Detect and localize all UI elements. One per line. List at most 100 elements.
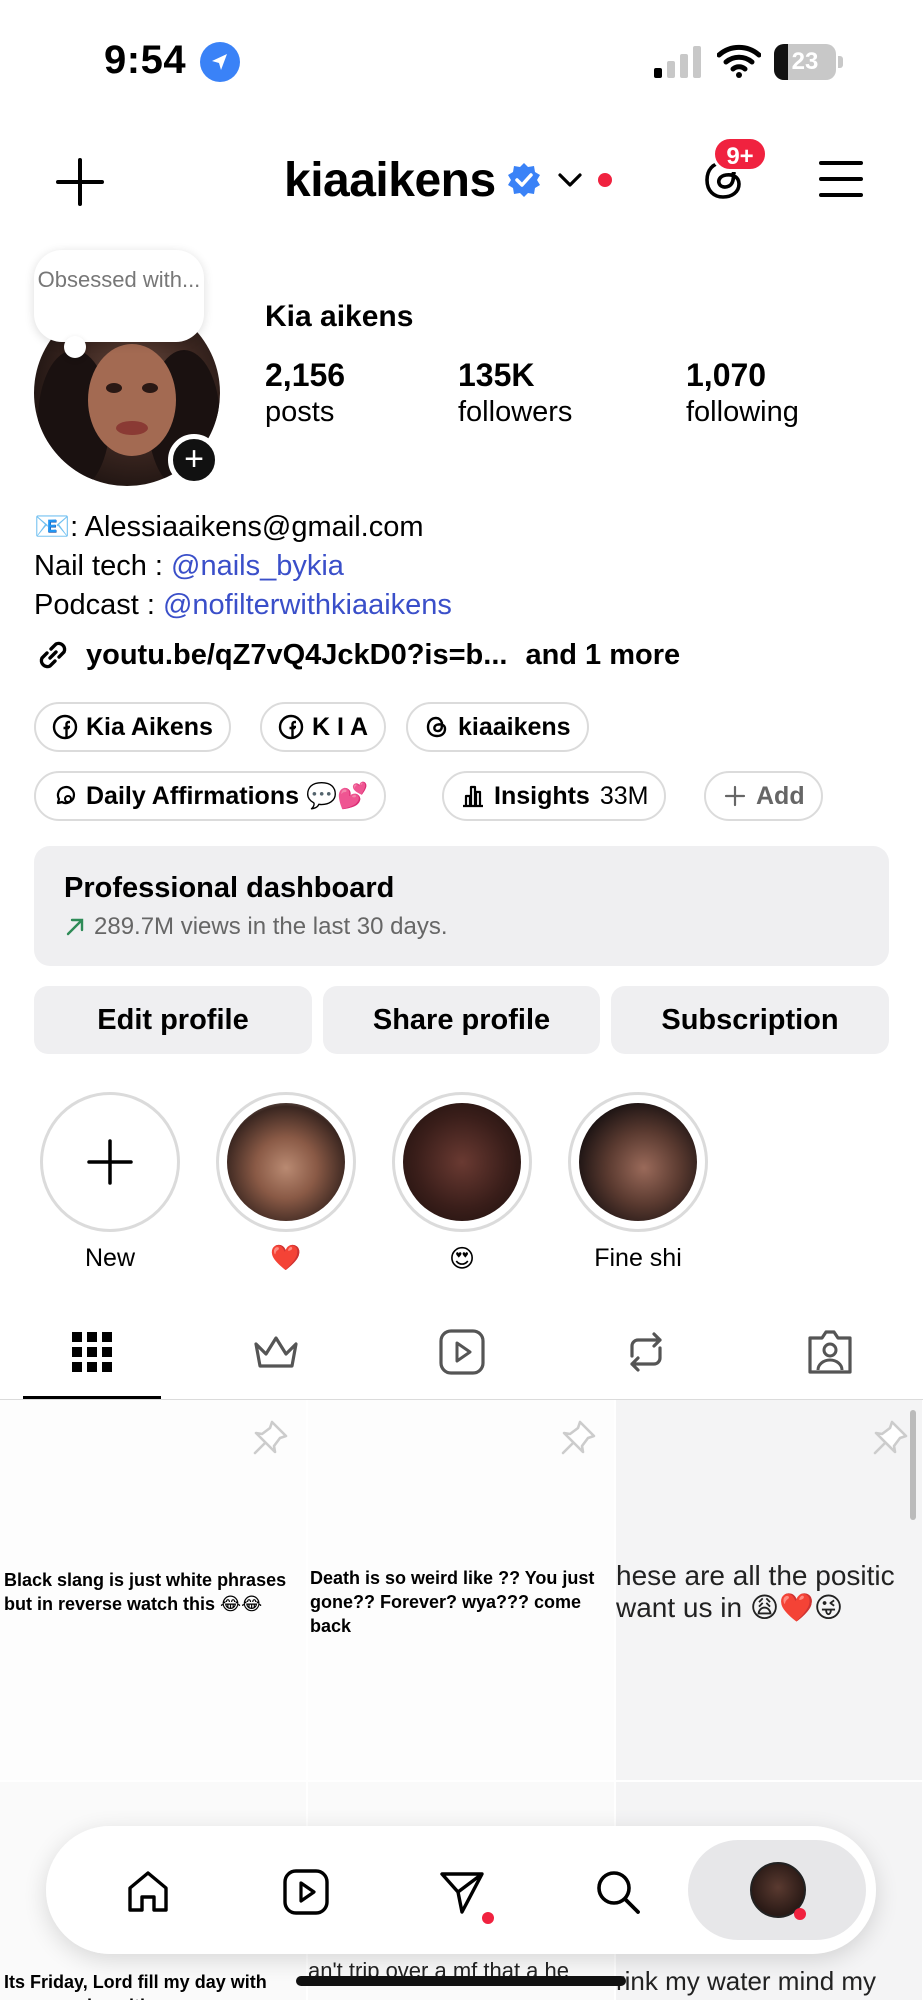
bottom-navigation <box>46 1826 876 1954</box>
facebook-icon <box>278 714 304 740</box>
hamburger-menu-icon[interactable] <box>818 158 864 200</box>
username: kiaaikens <box>284 153 496 207</box>
post-tile-3[interactable]: hese are all the positic want us in 😩❤️😜 <box>616 1400 922 1780</box>
pin-icon <box>253 1420 288 1455</box>
crown-subscriptions-tab-icon[interactable] <box>250 1326 302 1378</box>
chip-label: Add <box>756 781 805 810</box>
link-icon <box>39 641 67 669</box>
status-time: 9:54 <box>104 38 187 82</box>
bio-link-text: youtu.be/qZ7vQ4JckD0?is=b... <box>86 638 508 671</box>
bio-email: 📧: Alessiaaikens@gmail.com <box>34 511 424 543</box>
stat-followers[interactable]: 135K followers <box>458 357 572 429</box>
dashboard-subtitle: 289.7M views in the last 30 days. <box>64 913 859 941</box>
threads-icon <box>426 716 447 738</box>
location-arrow-icon <box>200 42 240 82</box>
chip-label: kiaaikens <box>458 712 571 741</box>
mention-nails-bykia[interactable]: @nails_bykia <box>171 550 344 582</box>
notification-dot <box>597 173 612 187</box>
stat-following[interactable]: 1,070 following <box>686 357 799 429</box>
pin-icon <box>873 1420 908 1455</box>
highlight-heart-eyes[interactable]: 😍 <box>392 1092 532 1274</box>
edit-profile-button[interactable]: Edit profile <box>34 986 312 1054</box>
active-tab-indicator <box>23 1396 161 1399</box>
chip-insights-value: 33M <box>599 781 649 810</box>
post-caption: Death is so weird like ?? You just gone?… <box>310 1568 595 1636</box>
stat-following-value: 1,070 <box>686 357 767 393</box>
tagged-tab-icon[interactable] <box>804 1326 856 1378</box>
share-profile-button[interactable]: Share profile <box>323 986 600 1054</box>
plus-icon <box>87 1139 133 1185</box>
stat-followers-value: 135K <box>458 357 535 393</box>
profile-header: kiaaikens 9+ <box>0 136 923 220</box>
chat-bubble-icon <box>56 785 76 805</box>
subscription-button[interactable]: Subscription <box>611 986 889 1054</box>
mention-nofilterwithkiaaikens[interactable]: @nofilterwithkiaaikens <box>163 589 452 621</box>
chip-label: Daily Affirmations 💬💕 <box>86 781 369 810</box>
note-bubble[interactable]: Obsessed with... <box>34 250 204 342</box>
bio-nail-prefix: Nail tech : <box>34 550 171 582</box>
highlight-label: Fine shi <box>594 1244 682 1272</box>
professional-dashboard[interactable]: Professional dashboard 289.7M views in t… <box>34 846 889 966</box>
bio: 📧: Alessiaaikens@gmail.com Nail tech : @… <box>34 508 894 625</box>
chip-insights[interactable]: Insights 33M <box>442 771 667 821</box>
trending-up-arrow-icon <box>66 918 84 936</box>
cellular-signal-icon <box>654 46 701 78</box>
bar-chart-icon <box>463 785 483 808</box>
chip-broadcast-channel[interactable]: Daily Affirmations 💬💕 <box>34 771 387 821</box>
create-plus-icon[interactable] <box>52 154 108 210</box>
chevron-down-icon <box>558 173 582 187</box>
bio-link-more[interactable]: and 1 more <box>525 639 680 672</box>
post-tile-1[interactable]: Black slang is just white phrases but in… <box>0 1400 306 1780</box>
facebook-icon <box>52 714 78 740</box>
stat-following-label: following <box>686 396 799 428</box>
post-caption: rink my water mind my <box>616 1966 877 1996</box>
post-tile-2[interactable]: Death is so weird like ?? You just gone?… <box>308 1400 614 1780</box>
chip-facebook-kia[interactable]: K I A <box>260 702 387 752</box>
chip-facebook-kia-aikens[interactable]: Kia Aikens <box>34 702 231 752</box>
wifi-icon <box>717 44 761 78</box>
highlight-heart[interactable]: ❤️ <box>216 1092 356 1273</box>
messages-notification-dot <box>482 1912 494 1924</box>
direct-messages-send-icon[interactable] <box>436 1866 488 1918</box>
stat-posts-label: posts <box>265 396 335 428</box>
status-bar: 9:54 23 <box>0 0 923 120</box>
battery-indicator: 23 <box>774 44 844 80</box>
highlight-cover <box>227 1103 345 1221</box>
reposts-tab-icon[interactable] <box>620 1326 672 1378</box>
display-name: Kia aikens <box>265 300 414 333</box>
highlight-label: 😍 <box>448 1245 476 1273</box>
post-caption: Black slang is just white phrases but in… <box>4 1570 287 1614</box>
battery-percent: 23 <box>791 48 819 75</box>
plus-icon <box>724 785 746 807</box>
highlight-label: New <box>84 1244 135 1272</box>
highlight-new[interactable]: New <box>40 1092 180 1273</box>
verified-badge-icon <box>507 163 540 197</box>
stat-posts-value: 2,156 <box>265 357 346 393</box>
stat-followers-label: followers <box>458 396 573 428</box>
stat-posts[interactable]: 2,156 posts <box>265 357 345 429</box>
reels-tab-icon[interactable] <box>436 1326 488 1378</box>
profile-notification-dot <box>794 1908 806 1920</box>
pin-icon <box>561 1420 596 1455</box>
highlight-cover <box>403 1103 521 1221</box>
bio-podcast-line: Podcast : @nofilterwithkiaaikens <box>34 586 894 625</box>
reels-icon[interactable] <box>280 1866 332 1918</box>
highlight-cover <box>579 1103 697 1221</box>
account-switcher[interactable]: kiaaikens <box>284 150 612 210</box>
post-caption: hese are all the positic want us in 😩❤️😜 <box>616 1560 895 1623</box>
chip-threads-kiaaikens[interactable]: kiaaikens <box>406 702 589 752</box>
home-icon[interactable] <box>122 1866 174 1918</box>
chip-label: K I A <box>312 712 369 741</box>
scrollbar-thumb[interactable] <box>910 1410 916 1520</box>
add-story-icon[interactable]: + <box>168 434 220 486</box>
highlight-fine-shi[interactable]: Fine shi <box>568 1092 708 1273</box>
note-bubble-tail <box>64 336 86 358</box>
search-icon[interactable] <box>592 1866 644 1918</box>
home-indicator[interactable] <box>296 1976 626 1986</box>
chip-label: Kia Aikens <box>86 712 213 741</box>
chip-label: Insights <box>494 781 590 810</box>
profile-tab[interactable] <box>688 1840 866 1940</box>
chip-add[interactable]: Add <box>704 771 823 821</box>
bio-link[interactable]: youtu.be/qZ7vQ4JckD0?is=b... and 1 more <box>34 636 680 674</box>
grid-tab-icon[interactable] <box>66 1326 118 1378</box>
